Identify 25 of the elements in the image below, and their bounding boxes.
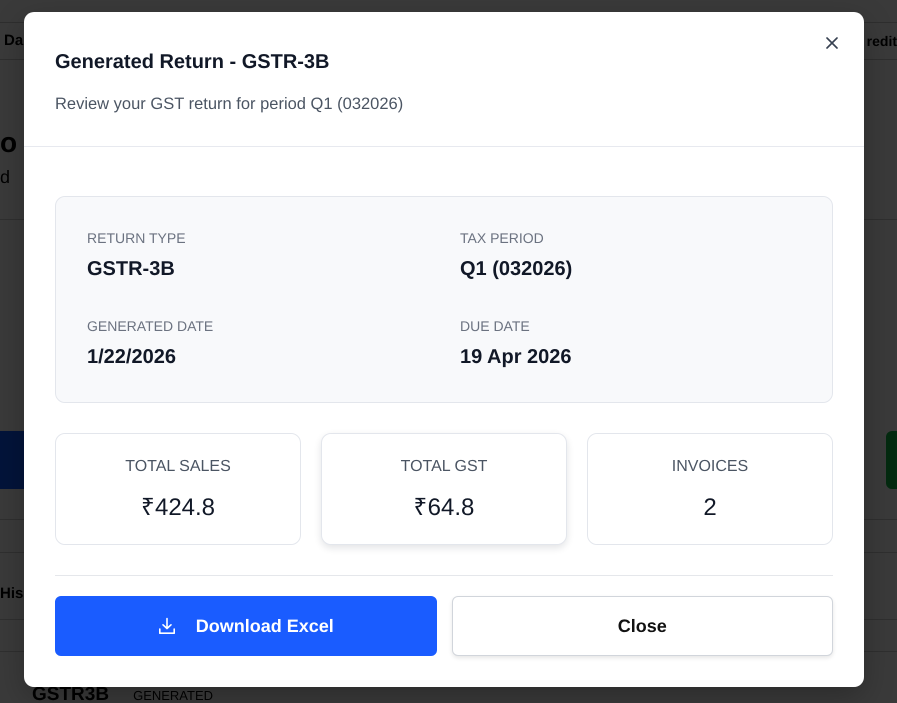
detail-value: GSTR-3B xyxy=(87,257,175,282)
detail-label: GENERATED DATE xyxy=(87,317,214,336)
page-subheading: d xyxy=(0,166,10,189)
stat-value: ₹64.8 xyxy=(414,493,474,523)
modal-title: Generated Return - GSTR-3B xyxy=(55,50,330,75)
detail-value: Q1 (032026) xyxy=(460,257,572,282)
detail-label: RETURN TYPE xyxy=(87,229,186,248)
stat-label: TOTAL SALES xyxy=(125,457,231,477)
detail-label: TAX PERIOD xyxy=(460,229,544,248)
stat-label: TOTAL GST xyxy=(400,457,488,477)
page-heading: o xyxy=(0,126,18,160)
modal-subtitle: Review your GST return for period Q1 (032026) xyxy=(55,94,404,115)
detail-label: DUE DATE xyxy=(460,317,530,336)
stat-label: INVOICES xyxy=(672,457,748,477)
stat-value: 2 xyxy=(703,493,717,523)
partial-button[interactable] xyxy=(0,431,24,489)
close-icon xyxy=(826,37,838,49)
partial-button[interactable] xyxy=(886,431,897,489)
close-button[interactable]: Close xyxy=(452,596,833,656)
download-icon xyxy=(158,617,176,635)
detail-value: 1/22/2026 xyxy=(87,345,176,370)
detail-value: 19 Apr 2026 xyxy=(460,345,572,370)
section-heading: His xyxy=(0,584,24,604)
stat-value: ₹424.8 xyxy=(140,493,216,523)
download-button[interactable]: Download Excel xyxy=(55,596,436,656)
